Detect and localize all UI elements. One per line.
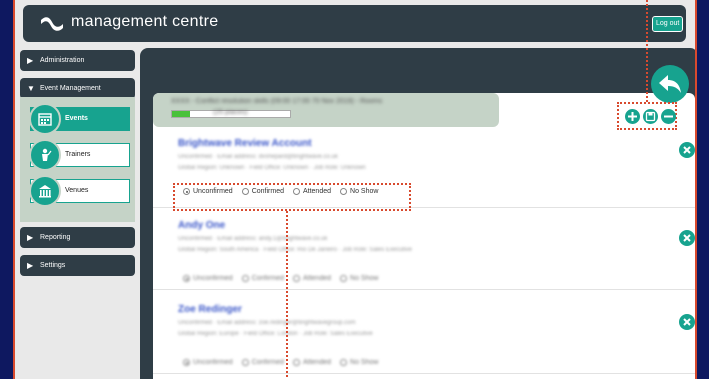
attendee-name[interactable]: Andy One (178, 220, 225, 231)
chevron-right-icon: ▶ (27, 56, 34, 65)
submenu-item-trainers[interactable]: Trainers (29, 139, 130, 171)
attendee-row: Andy One Unconfirmed · Email address: an… (153, 212, 695, 290)
venue-building-icon (29, 175, 61, 207)
progress-fill (172, 111, 190, 117)
remove-attendee-x-button[interactable] (679, 314, 695, 330)
attendee-region: Global Region: South America · Field Off… (178, 247, 412, 253)
status-radio-confirmed[interactable]: Confirmed (241, 275, 284, 282)
logout-button[interactable]: Log out (651, 16, 684, 32)
submenu-label: Trainers (65, 151, 91, 158)
radio-dot[interactable] (340, 275, 348, 282)
radio-label: Attended (302, 275, 332, 282)
add-attendee-button[interactable] (625, 109, 640, 124)
sidebar-item-administration[interactable]: ▶ Administration (20, 50, 135, 71)
radio-dot[interactable] (241, 359, 249, 366)
back-arrow-icon (659, 75, 681, 93)
status-radio-attended[interactable]: Attended (292, 359, 332, 366)
radio-label: Attended (302, 359, 332, 366)
attendee-region: Global Region: Europe · Field Office: Lo… (178, 331, 373, 337)
attendee-email: Unconfirmed · Email address: dvshepard@b… (178, 154, 338, 160)
event-title: XXXX - Conflict resolution skills (09:00… (171, 98, 383, 105)
radio-label: Confirmed (251, 275, 284, 282)
status-options-highlight (173, 183, 411, 211)
radio-dot[interactable] (241, 275, 249, 282)
minus-icon (664, 115, 673, 118)
radio-label: Unconfirmed (193, 275, 233, 282)
close-icon (683, 234, 691, 242)
sidebar-item-label: Event Management (40, 85, 101, 92)
submenu-label: Venues (65, 187, 89, 194)
event-header: XXXX - Conflict resolution skills (09:00… (153, 93, 499, 127)
event-management-submenu: Events Trainers Venues (20, 97, 135, 222)
sidebar-item-label: Settings (40, 262, 66, 269)
attendee-email: Unconfirmed · Email address: andy.1@brig… (178, 236, 328, 242)
sidebar-item-reporting[interactable]: ▶ Reporting (20, 227, 135, 248)
radio-label: Confirmed (251, 359, 284, 366)
attendance-status-group: Unconfirmed Confirmed Attended No Show (183, 359, 378, 366)
status-radio-confirmed[interactable]: Confirmed (241, 359, 284, 366)
radio-label: No Show (350, 359, 379, 366)
top-bar: management centre Log out (23, 5, 686, 42)
submenu-label: Events (65, 115, 88, 122)
save-button[interactable] (643, 109, 658, 124)
submenu-item-venues[interactable]: Venues (29, 175, 130, 207)
callout-line (286, 211, 288, 379)
save-disk-icon (645, 111, 656, 122)
back-button[interactable] (651, 65, 689, 103)
status-radio-unconfirmed[interactable]: Unconfirmed (183, 275, 233, 282)
callout-line (646, 0, 648, 102)
radio-label: Unconfirmed (193, 359, 233, 366)
chevron-right-icon: ▶ (27, 233, 34, 242)
plus-icon (628, 112, 637, 121)
submenu-item-events[interactable]: Events (29, 103, 130, 135)
remove-attendee-button[interactable] (661, 109, 676, 124)
calendar-icon (29, 103, 61, 135)
attendee-name[interactable]: Brightwave Review Account (178, 138, 312, 149)
attendee-row: Zoe Redinger Unconfirmed · Email address… (153, 296, 695, 374)
radio-dot[interactable] (292, 359, 300, 366)
radio-dot[interactable] (183, 359, 190, 366)
sidebar-item-label: Administration (40, 57, 85, 64)
radio-label: No Show (350, 275, 379, 282)
radio-dot[interactable] (340, 359, 348, 366)
attendee-region: Global Region: Unknown · Field Office: U… (178, 165, 366, 171)
status-radio-attended[interactable]: Attended (292, 275, 332, 282)
radio-dot[interactable] (292, 275, 300, 282)
close-icon (683, 146, 691, 154)
status-radio-no-show[interactable]: No Show (340, 275, 378, 282)
chevron-right-icon: ▶ (27, 261, 34, 270)
ribbon-logo-icon (41, 17, 63, 31)
attendee-email: Unconfirmed · Email address: zoe.redinge… (178, 320, 356, 326)
trainer-icon (29, 139, 61, 171)
remove-attendee-x-button[interactable] (679, 230, 695, 246)
sidebar-item-event-management[interactable]: ▼ Event Management (20, 78, 135, 99)
radio-dot[interactable] (183, 275, 190, 282)
status-radio-no-show[interactable]: No Show (340, 359, 378, 366)
attendance-status-group: Unconfirmed Confirmed Attended No Show (183, 275, 378, 282)
places-count: (25 places) (213, 109, 248, 116)
sidebar-item-label: Reporting (40, 234, 71, 241)
brand-title: management centre (71, 13, 219, 30)
chevron-down-icon: ▼ (27, 84, 35, 93)
attendee-name[interactable]: Zoe Redinger (178, 304, 242, 315)
close-icon (683, 318, 691, 326)
app-frame: management centre Log out ▶ Administrati… (13, 0, 697, 379)
sidebar-item-settings[interactable]: ▶ Settings (20, 255, 135, 276)
remove-attendee-x-button[interactable] (679, 142, 695, 158)
status-radio-unconfirmed[interactable]: Unconfirmed (183, 359, 233, 366)
